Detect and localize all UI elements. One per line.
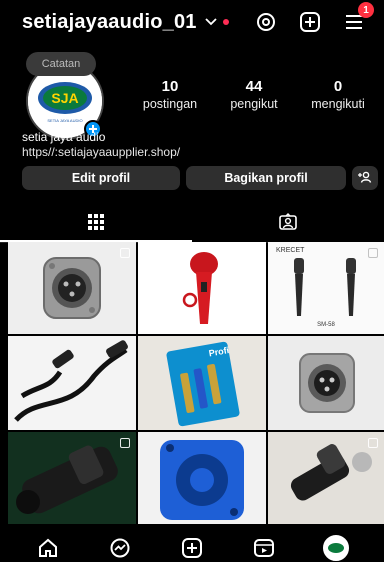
post-speakon-connector-2[interactable] xyxy=(268,432,384,524)
reels-icon[interactable] xyxy=(251,535,277,561)
red-microphone-image xyxy=(182,252,218,324)
post-speakon-connector[interactable] xyxy=(8,432,136,524)
top-bar: setiajayaaudio_01 1 xyxy=(0,0,384,44)
tagged-icon xyxy=(278,212,298,237)
tab-tagged[interactable] xyxy=(192,206,384,242)
post-xlr-panel-female[interactable] xyxy=(8,242,136,334)
profile-stats: 10 postingan 44 pengikut 0 mengikuti xyxy=(130,78,378,111)
threads-icon[interactable] xyxy=(254,10,278,34)
xlr-cable-image xyxy=(14,340,128,422)
xlr-male-image xyxy=(299,353,355,413)
multi-post-icon xyxy=(120,438,130,448)
svg-text:SM-58: SM-58 xyxy=(317,322,335,328)
profi-pack-image: Profi xyxy=(166,341,240,427)
profile-avatar-nav[interactable] xyxy=(323,535,349,561)
xlr-female-image xyxy=(43,257,101,319)
multi-post-icon xyxy=(250,248,260,258)
profile-actions: Edit profil Bagikan profil xyxy=(22,166,378,190)
bottom-navigation xyxy=(0,534,384,562)
post-xlr-panel-male[interactable] xyxy=(268,336,384,430)
avatar-logo-text: SJA xyxy=(51,90,78,106)
chevron-down-icon[interactable] xyxy=(204,18,217,26)
display-name: setia jaya audio xyxy=(22,130,106,144)
blue-speakon-image xyxy=(160,440,244,520)
speakon-2-image xyxy=(268,432,384,524)
post-two-microphones[interactable]: KRECET SM-58 xyxy=(268,242,384,334)
post-red-microphone[interactable] xyxy=(138,242,266,334)
post-blue-speakon-panel[interactable] xyxy=(138,432,266,524)
bio-link[interactable]: https//:setiajayaaupplier.shop/ xyxy=(22,145,180,160)
menu-icon[interactable]: 1 xyxy=(342,2,374,34)
home-icon[interactable] xyxy=(35,535,61,561)
notification-badge: 1 xyxy=(358,2,374,18)
multi-post-icon xyxy=(120,248,130,258)
username-switcher[interactable]: setiajayaaudio_01 xyxy=(22,11,197,34)
add-person-icon xyxy=(358,171,372,186)
bio: setia jaya audio https//:setiajayaauppli… xyxy=(22,130,180,160)
share-profile-button[interactable]: Bagikan profil xyxy=(186,166,346,190)
add-post-icon[interactable] xyxy=(298,10,322,34)
two-microphones-image: KRECET SM-58 xyxy=(276,247,356,328)
avatar-logo-subtext: SETIA JAYA AUDIO xyxy=(47,118,82,123)
create-icon[interactable] xyxy=(179,535,205,561)
unread-dot xyxy=(222,19,229,25)
grid-icon xyxy=(87,213,105,236)
svg-text:KRECET: KRECET xyxy=(276,247,305,254)
content-tabs xyxy=(0,206,384,242)
multi-post-icon xyxy=(368,438,378,448)
multi-post-icon xyxy=(368,248,378,258)
post-xlr-cable[interactable] xyxy=(8,336,136,430)
post-profi-connectors[interactable]: Profi xyxy=(138,336,266,430)
stat-followers[interactable]: 44 pengikut xyxy=(214,78,294,111)
tab-posts-grid[interactable] xyxy=(0,206,192,242)
discover-people-button[interactable] xyxy=(352,166,378,190)
edit-profile-button[interactable]: Edit profil xyxy=(22,166,180,190)
messenger-icon[interactable] xyxy=(107,535,133,561)
speakon-image xyxy=(8,432,136,524)
note-bubble[interactable]: Catatan xyxy=(26,52,96,76)
stat-posts[interactable]: 10 postingan xyxy=(130,78,210,111)
stat-following[interactable]: 0 mengikuti xyxy=(298,78,378,111)
